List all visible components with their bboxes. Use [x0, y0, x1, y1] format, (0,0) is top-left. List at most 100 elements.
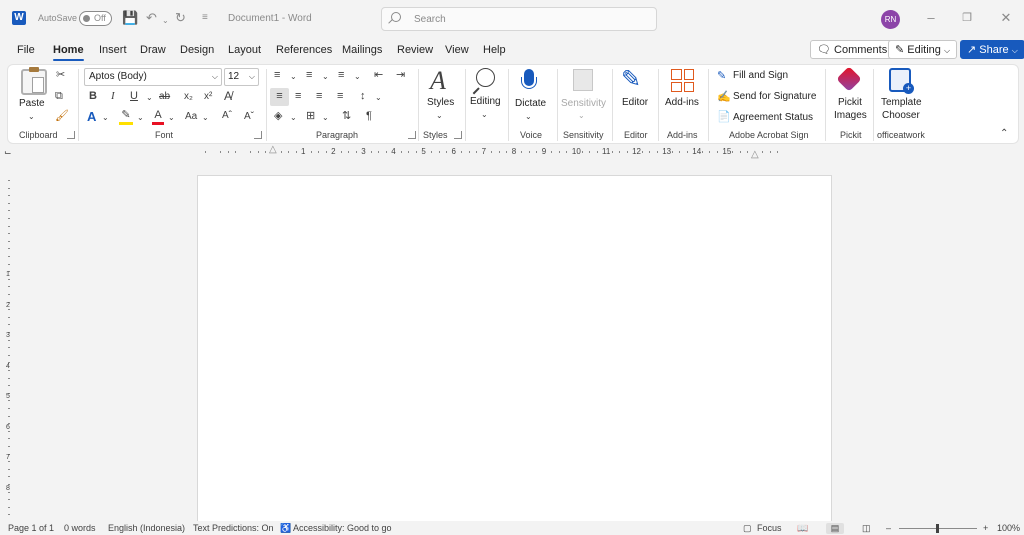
font-color-icon[interactable]: A: [152, 109, 164, 125]
shading-dropdown-icon[interactable]: ⌄: [290, 111, 297, 124]
template-chooser-line2[interactable]: Chooser: [882, 110, 920, 121]
highlight-dropdown-icon[interactable]: ⌄: [137, 111, 144, 124]
align-left-icon[interactable]: ≡: [270, 88, 289, 106]
comments-button[interactable]: 🗨 Comments: [810, 40, 895, 59]
grow-font-icon[interactable]: Aˆ: [222, 109, 232, 122]
editor-button[interactable]: Editor: [622, 97, 648, 108]
underline-dropdown-icon[interactable]: ⌄: [146, 91, 153, 104]
pickit-images-line2[interactable]: Images: [834, 110, 867, 121]
add-ins-button[interactable]: Add-ins: [665, 97, 699, 108]
format-painter-icon[interactable]: 🖌: [55, 110, 69, 123]
autosave-toggle[interactable]: Off: [79, 11, 112, 26]
decrease-indent-icon[interactable]: ⇤: [374, 69, 383, 82]
bullets-icon[interactable]: ≡: [274, 69, 280, 82]
strikethrough-icon[interactable]: ab: [159, 90, 170, 103]
justify-icon[interactable]: ≡: [337, 90, 343, 103]
font-name-select[interactable]: Aptos (Body) ⌵: [84, 68, 222, 86]
close-icon[interactable]: ✕: [996, 8, 1016, 28]
zoom-in-icon[interactable]: +: [983, 523, 988, 533]
save-icon[interactable]: 💾: [122, 11, 138, 25]
tab-draw[interactable]: Draw: [140, 44, 166, 56]
copy-icon[interactable]: ⧉: [55, 90, 63, 103]
shading-icon[interactable]: ◈: [274, 110, 282, 123]
change-case-dropdown-icon[interactable]: ⌄: [202, 111, 209, 124]
align-right-icon[interactable]: ≡: [316, 90, 322, 103]
print-layout-icon[interactable]: ▤: [826, 523, 844, 534]
tab-file[interactable]: File: [17, 44, 35, 56]
customize-toolbar-icon[interactable]: ≡: [202, 11, 208, 25]
paragraph-launcher-icon[interactable]: [408, 131, 416, 139]
document-page[interactable]: [197, 175, 832, 527]
tab-references[interactable]: References: [276, 44, 332, 56]
shrink-font-icon[interactable]: Aˇ: [244, 110, 254, 123]
clear-formatting-icon[interactable]: A̸: [224, 90, 232, 103]
agreement-status-button[interactable]: Agreement Status: [733, 112, 813, 123]
multilevel-list-icon[interactable]: ≡: [338, 69, 344, 82]
tab-help[interactable]: Help: [483, 44, 506, 56]
indent-marker-icon[interactable]: △: [269, 143, 277, 156]
zoom-slider-thumb[interactable]: [936, 524, 939, 533]
minimize-icon[interactable]: –: [921, 8, 941, 28]
bullets-dropdown-icon[interactable]: ⌄: [290, 70, 297, 83]
page-count[interactable]: Page 1 of 1: [8, 523, 54, 533]
dictate-dropdown-icon[interactable]: ⌄: [525, 110, 532, 123]
undo-icon[interactable]: ↶: [146, 11, 157, 25]
undo-dropdown-icon[interactable]: ⌄: [162, 14, 169, 28]
redo-icon[interactable]: ↻: [175, 11, 186, 25]
borders-icon[interactable]: ⊞: [306, 110, 315, 123]
dictate-button[interactable]: Dictate: [515, 98, 546, 109]
font-size-select[interactable]: 12 ⌵: [224, 68, 259, 86]
cut-icon[interactable]: ✂: [56, 69, 65, 82]
sensitivity-dropdown-icon[interactable]: ⌄: [578, 109, 585, 122]
language-indicator[interactable]: English (Indonesia): [108, 523, 185, 533]
tab-design[interactable]: Design: [180, 44, 214, 56]
line-spacing-dropdown-icon[interactable]: ⌄: [375, 91, 382, 104]
borders-dropdown-icon[interactable]: ⌄: [322, 111, 329, 124]
styles-dropdown-icon[interactable]: ⌄: [436, 109, 443, 122]
change-case-icon[interactable]: Aa: [185, 110, 197, 123]
font-color-dropdown-icon[interactable]: ⌄: [168, 111, 175, 124]
zoom-level[interactable]: 100%: [997, 523, 1020, 533]
styles-launcher-icon[interactable]: [454, 131, 462, 139]
share-button[interactable]: ↗ Share ⌵: [960, 40, 1024, 59]
paste-button[interactable]: Paste: [19, 98, 45, 109]
text-effects-icon[interactable]: A: [87, 110, 96, 123]
editing-mode-button[interactable]: ✎ Editing ⌵: [888, 40, 958, 59]
text-effects-dropdown-icon[interactable]: ⌄: [102, 111, 109, 124]
horizontal-ruler[interactable]: ⌙ 1 2 3 4 5 6 7 8 9 10 11 12 13 14 15 △ △: [0, 143, 1024, 161]
clipboard-launcher-icon[interactable]: [67, 131, 75, 139]
word-count[interactable]: 0 words: [64, 523, 96, 533]
font-launcher-icon[interactable]: [254, 131, 262, 139]
editing-button[interactable]: Editing: [470, 96, 501, 107]
italic-icon[interactable]: I: [111, 90, 115, 103]
right-indent-marker-icon[interactable]: △: [751, 148, 759, 161]
accessibility-status[interactable]: Accessibility: Good to go: [293, 523, 392, 533]
collapse-ribbon-icon[interactable]: ⌃: [1000, 127, 1008, 140]
fill-and-sign-button[interactable]: Fill and Sign: [733, 70, 788, 81]
numbering-dropdown-icon[interactable]: ⌄: [322, 70, 329, 83]
zoom-out-icon[interactable]: –: [886, 523, 891, 533]
numbering-icon[interactable]: ≡: [306, 69, 312, 82]
tab-insert[interactable]: Insert: [99, 44, 127, 56]
focus-button[interactable]: Focus: [757, 523, 782, 533]
sort-icon[interactable]: ⇅: [342, 110, 351, 123]
send-for-signature-button[interactable]: Send for Signature: [733, 91, 816, 102]
tab-home[interactable]: Home: [53, 44, 84, 61]
superscript-icon[interactable]: x²: [204, 90, 212, 103]
show-formatting-icon[interactable]: ¶: [366, 110, 372, 123]
subscript-icon[interactable]: x₂: [184, 90, 193, 103]
avatar[interactable]: RN: [881, 10, 900, 29]
read-mode-icon[interactable]: 📖: [797, 523, 808, 534]
editing-dropdown-icon[interactable]: ⌄: [481, 108, 488, 121]
template-chooser-line1[interactable]: Template: [881, 97, 922, 108]
tab-view[interactable]: View: [445, 44, 469, 56]
search-input[interactable]: Search: [381, 7, 657, 31]
sensitivity-button[interactable]: Sensitivity: [561, 98, 606, 109]
tab-layout[interactable]: Layout: [228, 44, 261, 56]
align-center-icon[interactable]: ≡: [295, 90, 301, 103]
line-spacing-icon[interactable]: ↕: [360, 90, 366, 103]
text-predictions-status[interactable]: Text Predictions: On: [193, 523, 274, 533]
tab-mailings[interactable]: Mailings: [342, 44, 382, 56]
tab-review[interactable]: Review: [397, 44, 433, 56]
increase-indent-icon[interactable]: ⇥: [396, 69, 405, 82]
